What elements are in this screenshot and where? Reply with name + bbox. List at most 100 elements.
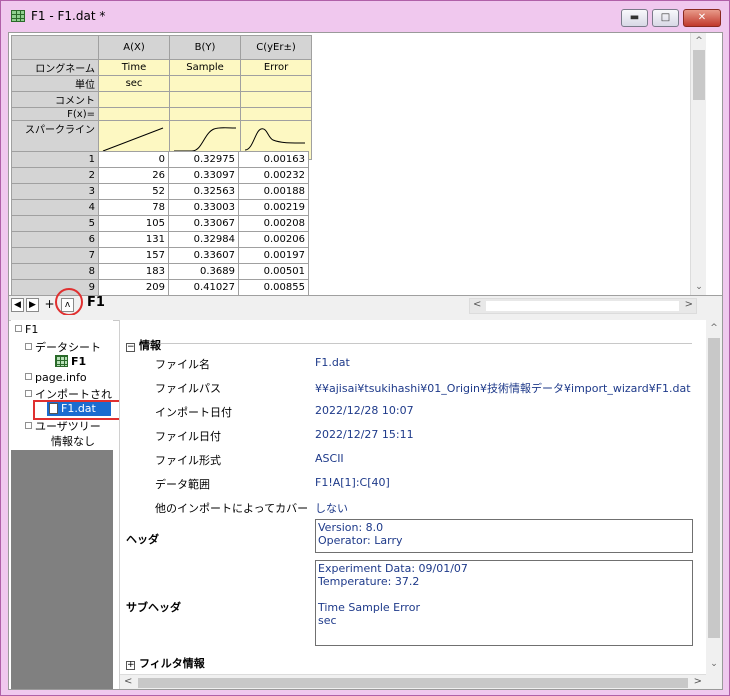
info-horizontal-thumb[interactable]: [138, 678, 688, 688]
unit-cell-b[interactable]: [169, 75, 241, 92]
data-cell[interactable]: 78: [98, 199, 169, 216]
column-header-b[interactable]: B(Y): [169, 35, 241, 60]
data-cell[interactable]: 0.33067: [168, 215, 239, 232]
sheet-vertical-thumb[interactable]: [693, 50, 705, 100]
sheet-horizontal-thumb[interactable]: [486, 301, 679, 311]
long-name-cell-b[interactable]: Sample: [169, 59, 241, 76]
column-header-a[interactable]: A(X): [98, 35, 170, 60]
scroll-right-arrow-icon[interactable]: >: [694, 676, 702, 687]
row-label-fx[interactable]: F(x)=: [11, 107, 99, 121]
data-cell[interactable]: 0.00219: [238, 199, 309, 216]
tab-f1[interactable]: F1: [87, 295, 105, 310]
data-cell[interactable]: 0.33607: [168, 247, 239, 264]
close-button[interactable]: ✕: [683, 9, 721, 27]
data-cell[interactable]: 0: [98, 151, 169, 168]
long-name-cell-c[interactable]: Error: [240, 59, 312, 76]
data-cell[interactable]: 0.32563: [168, 183, 239, 200]
info-field-value[interactable]: 2022/12/27 15:11: [315, 428, 414, 441]
data-cell[interactable]: 0.33097: [168, 167, 239, 184]
data-cell[interactable]: 0.3689: [168, 263, 239, 280]
column-header-c[interactable]: C(yEr±): [240, 35, 312, 60]
info-vertical-thumb[interactable]: [708, 338, 720, 638]
scroll-up-arrow-icon[interactable]: ^: [706, 320, 722, 336]
data-cell[interactable]: 0.00188: [238, 183, 309, 200]
row-number[interactable]: 1: [11, 151, 99, 168]
maximize-button[interactable]: □: [652, 9, 679, 27]
info-field-value[interactable]: 2022/12/28 10:07: [315, 404, 414, 417]
data-cell[interactable]: 157: [98, 247, 169, 264]
tree-node-sheet-f1[interactable]: F1: [55, 355, 86, 368]
fx-cell-b[interactable]: [169, 107, 241, 121]
grid-corner[interactable]: [11, 35, 99, 60]
info-field-value[interactable]: ¥¥ajisai¥tsukihashi¥01_Origin¥技術情報データ¥im…: [315, 380, 691, 396]
tree-node-root[interactable]: F1: [15, 323, 38, 336]
data-cell[interactable]: 52: [98, 183, 169, 200]
info-section-header[interactable]: − 情報: [126, 337, 161, 353]
sheet-horizontal-scrollbar[interactable]: < >: [469, 298, 697, 314]
minimize-button[interactable]: ▬: [621, 9, 648, 27]
row-number[interactable]: 9: [11, 279, 99, 295]
data-cell[interactable]: 105: [98, 215, 169, 232]
row-label-long-name[interactable]: ロングネーム: [11, 59, 99, 76]
row-number[interactable]: 2: [11, 167, 99, 184]
row-number[interactable]: 3: [11, 183, 99, 200]
data-cell[interactable]: 183: [98, 263, 169, 280]
data-cell[interactable]: 0.00232: [238, 167, 309, 184]
scroll-right-arrow-icon[interactable]: >: [685, 299, 693, 310]
data-cell[interactable]: 0.32984: [168, 231, 239, 248]
info-field-value[interactable]: F1.dat: [315, 356, 350, 369]
header-text-box[interactable]: Version: 8.0 Operator: Larry: [315, 519, 693, 553]
data-cell[interactable]: 0.00208: [238, 215, 309, 232]
scroll-up-arrow-icon[interactable]: ^: [691, 33, 706, 49]
info-field-value[interactable]: F1!A[1]:C[40]: [315, 476, 390, 489]
tree-node-user[interactable]: ユーザツリー: [25, 418, 101, 434]
row-label-unit[interactable]: 単位: [11, 75, 99, 92]
long-name-cell-a[interactable]: Time: [98, 59, 170, 76]
comment-cell-c[interactable]: [240, 91, 312, 108]
tree-node-datasheet[interactable]: データシート: [25, 339, 101, 355]
info-field-value[interactable]: ASCII: [315, 452, 344, 465]
title-bar[interactable]: F1 - F1.dat * ▬ □ ✕: [1, 1, 729, 31]
data-cell[interactable]: 209: [98, 279, 169, 295]
data-cell[interactable]: 0.00501: [238, 263, 309, 280]
row-number[interactable]: 8: [11, 263, 99, 280]
fx-cell-a[interactable]: [98, 107, 170, 121]
scroll-down-arrow-icon[interactable]: ⌄: [706, 656, 722, 672]
data-cell[interactable]: 0.00206: [238, 231, 309, 248]
info-field-label: インポート日付: [155, 406, 232, 419]
data-cell[interactable]: 0.00163: [238, 151, 309, 168]
info-vertical-scrollbar[interactable]: ^ ⌄: [706, 320, 722, 689]
unit-cell-a[interactable]: sec: [98, 75, 170, 92]
tree-node-page-info[interactable]: page.info: [25, 371, 87, 384]
data-cell[interactable]: 131: [98, 231, 169, 248]
data-cell[interactable]: 0.00855: [238, 279, 309, 295]
sheet-vertical-scrollbar[interactable]: ^ ⌄: [690, 33, 706, 295]
comment-cell-a[interactable]: [98, 91, 170, 108]
tab-first-button[interactable]: ◀: [11, 298, 24, 312]
row-label-comment[interactable]: コメント: [11, 91, 99, 108]
filter-section-header[interactable]: + フィルタ情報: [126, 655, 205, 671]
tree-node-no-info[interactable]: 情報なし: [51, 433, 95, 449]
unit-cell-c[interactable]: [240, 75, 312, 92]
scroll-left-arrow-icon[interactable]: <: [124, 676, 132, 687]
comment-cell-b[interactable]: [169, 91, 241, 108]
row-number[interactable]: 6: [11, 231, 99, 248]
info-field-value[interactable]: しない: [315, 500, 348, 516]
subheader-text-box[interactable]: Experiment Data: 09/01/07 Temperature: 3…: [315, 560, 693, 646]
row-number[interactable]: 5: [11, 215, 99, 232]
close-icon: ✕: [697, 12, 707, 23]
fx-cell-c[interactable]: [240, 107, 312, 121]
info-horizontal-scrollbar[interactable]: < >: [120, 674, 706, 689]
table-row: 8 183 0.3689 0.00501: [11, 263, 309, 280]
info-field-label: ファイルパス: [155, 382, 221, 395]
data-cell[interactable]: 0.00197: [238, 247, 309, 264]
data-cell[interactable]: 26: [98, 167, 169, 184]
scroll-down-arrow-icon[interactable]: ⌄: [691, 279, 706, 295]
scroll-left-arrow-icon[interactable]: <: [473, 299, 481, 310]
row-number[interactable]: 7: [11, 247, 99, 264]
data-cell[interactable]: 0.32975: [168, 151, 239, 168]
row-number[interactable]: 4: [11, 199, 99, 216]
data-cell[interactable]: 0.33003: [168, 199, 239, 216]
tab-last-button[interactable]: ▶: [26, 298, 39, 312]
data-cell[interactable]: 0.41027: [168, 279, 239, 295]
